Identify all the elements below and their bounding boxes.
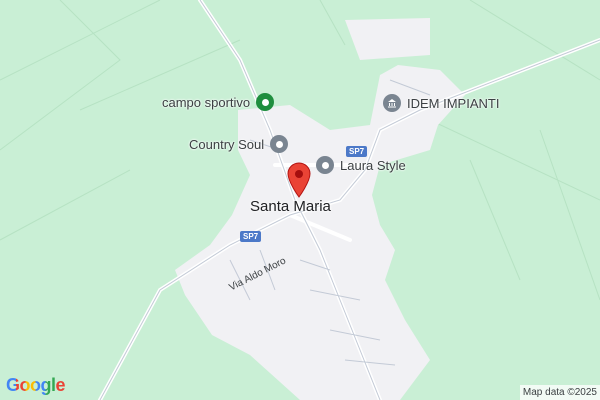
road-shield-sp7: SP7 xyxy=(346,146,368,157)
pin-icon xyxy=(256,93,275,111)
google-logo-text: Google xyxy=(6,375,66,395)
map-canvas[interactable]: campo sportivo Country Soul Laura Style … xyxy=(0,0,600,400)
museum-icon xyxy=(383,94,401,112)
shopping-icon xyxy=(316,156,334,174)
road-shield-sp7: SP7 xyxy=(240,231,262,242)
location-marker-icon[interactable] xyxy=(287,162,311,198)
google-logo[interactable]: Google xyxy=(6,375,66,396)
place-label-santa-maria: Santa Maria xyxy=(250,198,331,215)
urban-area xyxy=(175,65,465,400)
poi-campo-sportivo[interactable]: campo sportivo xyxy=(162,93,275,111)
poi-label: Laura Style xyxy=(340,157,406,173)
poi-laura-style[interactable]: Laura Style xyxy=(316,156,406,174)
poi-label: Country Soul xyxy=(189,136,265,152)
shopping-icon xyxy=(270,135,289,153)
map-attribution[interactable]: Map data ©2025 xyxy=(519,385,600,400)
poi-label: IDEM IMPIANTI xyxy=(407,95,500,111)
poi-country-soul[interactable]: Country Soul xyxy=(189,135,289,153)
poi-label: campo sportivo xyxy=(162,94,251,110)
poi-idem-impianti[interactable]: IDEM IMPIANTI xyxy=(383,94,499,112)
